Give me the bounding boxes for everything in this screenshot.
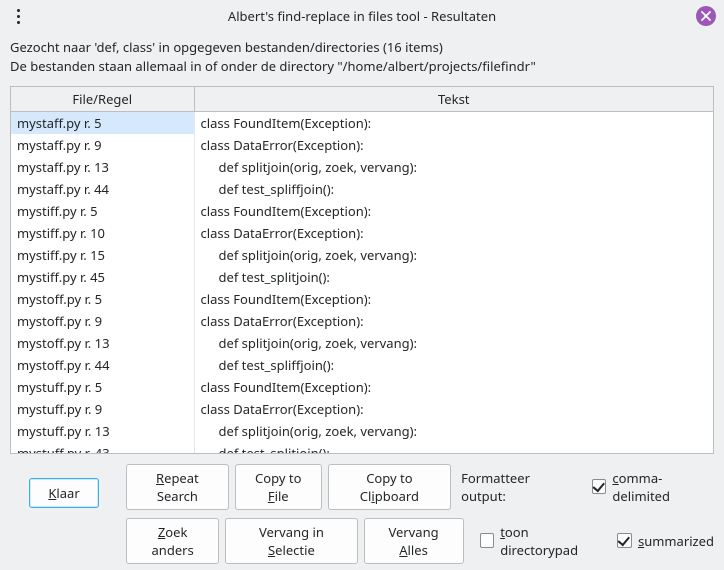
cell-text: def test_spliffjoin(): bbox=[194, 354, 713, 376]
copy-to-file-button[interactable]: Copy to File bbox=[235, 464, 322, 510]
cell-file: mystaff.py r. 9 bbox=[11, 134, 194, 156]
cell-file: mystiff.py r. 45 bbox=[11, 266, 194, 288]
cell-text: def test_spliffjoin(): bbox=[194, 178, 713, 200]
summary-line-1: Gezocht naar 'def, class' in opgegeven b… bbox=[10, 38, 714, 57]
comma-delimited-checkbox[interactable]: comma-delimited bbox=[592, 469, 714, 505]
table-row[interactable]: mystiff.py r. 15def splitjoin(orig, zoek… bbox=[11, 244, 713, 266]
column-header-text[interactable]: Tekst bbox=[194, 87, 713, 112]
table-row[interactable]: mystiff.py r. 10class DataError(Exceptio… bbox=[11, 222, 713, 244]
cell-text: def test_splitjoin(): bbox=[194, 266, 713, 288]
cell-text: class FoundItem(Exception): bbox=[194, 288, 713, 310]
cell-text: class DataError(Exception): bbox=[194, 222, 713, 244]
summarized-label: summarized bbox=[638, 532, 714, 550]
cell-file: mystiff.py r. 10 bbox=[11, 222, 194, 244]
table-row[interactable]: mystuff.py r. 9class DataError(Exception… bbox=[11, 398, 713, 420]
results-table-container: File/Regel Tekst mystaff.py r. 5class Fo… bbox=[10, 86, 714, 454]
results-table: File/Regel Tekst mystaff.py r. 5class Fo… bbox=[11, 87, 713, 454]
klaar-button[interactable]: Klaar bbox=[29, 478, 98, 508]
close-icon bbox=[701, 11, 711, 21]
vervang-in-selectie-button[interactable]: Vervang in Selectie bbox=[225, 518, 357, 564]
comma-delimited-label: comma-delimited bbox=[612, 469, 714, 505]
close-button[interactable] bbox=[696, 6, 716, 26]
cell-file: mystoff.py r. 9 bbox=[11, 310, 194, 332]
cell-file: mystuff.py r. 9 bbox=[11, 398, 194, 420]
copy-to-clipboard-button[interactable]: Copy to Clipboard bbox=[328, 464, 451, 510]
cell-text: def splitjoin(orig, zoek, vervang): bbox=[194, 332, 713, 354]
table-row[interactable]: mystoff.py r. 9class DataError(Exception… bbox=[11, 310, 713, 332]
checkbox-icon bbox=[480, 533, 495, 548]
cell-file: mystuff.py r. 13 bbox=[11, 420, 194, 442]
titlebar: Albert's find-replace in files tool - Re… bbox=[0, 0, 724, 32]
cell-text: class DataError(Exception): bbox=[194, 310, 713, 332]
window-title: Albert's find-replace in files tool - Re… bbox=[28, 7, 696, 25]
toon-directorypad-checkbox[interactable]: toon directorypad bbox=[480, 523, 607, 559]
button-bar: Klaar Repeat Search Copy to File Copy to… bbox=[0, 454, 724, 570]
table-row[interactable]: mystuff.py r. 43def test_splitjoin(): bbox=[11, 442, 713, 454]
cell-file: mystaff.py r. 13 bbox=[11, 156, 194, 178]
cell-file: mystiff.py r. 5 bbox=[11, 200, 194, 222]
format-output-label: Formatteer output: bbox=[461, 469, 572, 505]
summarized-checkbox[interactable]: summarized bbox=[617, 532, 714, 550]
table-row[interactable]: mystiff.py r. 5class FoundItem(Exception… bbox=[11, 200, 713, 222]
cell-text: def splitjoin(orig, zoek, vervang): bbox=[194, 420, 713, 442]
cell-text: class FoundItem(Exception): bbox=[194, 200, 713, 222]
cell-text: class DataError(Exception): bbox=[194, 398, 713, 420]
table-row[interactable]: mystoff.py r. 5class FoundItem(Exception… bbox=[11, 288, 713, 310]
cell-file: mystoff.py r. 44 bbox=[11, 354, 194, 376]
table-row[interactable]: mystuff.py r. 5class FoundItem(Exception… bbox=[11, 376, 713, 398]
cell-file: mystiff.py r. 15 bbox=[11, 244, 194, 266]
zoek-anders-button[interactable]: Zoek anders bbox=[126, 518, 219, 564]
checkbox-icon bbox=[617, 533, 632, 548]
toon-directorypad-label: toon directorypad bbox=[500, 523, 607, 559]
table-row[interactable]: mystaff.py r. 9class DataError(Exception… bbox=[11, 134, 713, 156]
cell-file: mystaff.py r. 5 bbox=[11, 111, 194, 134]
summary-line-2: De bestanden staan allemaal in of onder … bbox=[10, 57, 714, 76]
cell-text: def test_splitjoin(): bbox=[194, 442, 713, 454]
search-summary: Gezocht naar 'def, class' in opgegeven b… bbox=[0, 32, 724, 80]
cell-file: mystuff.py r. 5 bbox=[11, 376, 194, 398]
cell-file: mystoff.py r. 5 bbox=[11, 288, 194, 310]
column-header-file[interactable]: File/Regel bbox=[11, 87, 194, 112]
table-row[interactable]: mystuff.py r. 13def splitjoin(orig, zoek… bbox=[11, 420, 713, 442]
repeat-search-button[interactable]: Repeat Search bbox=[126, 464, 229, 510]
window-menu-icon[interactable] bbox=[8, 9, 28, 24]
cell-text: def splitjoin(orig, zoek, vervang): bbox=[194, 244, 713, 266]
vervang-alles-button[interactable]: Vervang Alles bbox=[364, 518, 464, 564]
table-row[interactable]: mystaff.py r. 44def test_spliffjoin(): bbox=[11, 178, 713, 200]
table-row[interactable]: mystiff.py r. 45def test_splitjoin(): bbox=[11, 266, 713, 288]
cell-text: class FoundItem(Exception): bbox=[194, 376, 713, 398]
cell-text: class DataError(Exception): bbox=[194, 134, 713, 156]
checkbox-icon bbox=[592, 479, 606, 494]
table-row[interactable]: mystoff.py r. 44def test_spliffjoin(): bbox=[11, 354, 713, 376]
table-row[interactable]: mystaff.py r. 13def splitjoin(orig, zoek… bbox=[11, 156, 713, 178]
table-row[interactable]: mystaff.py r. 5class FoundItem(Exception… bbox=[11, 111, 713, 134]
cell-file: mystuff.py r. 43 bbox=[11, 442, 194, 454]
cell-file: mystaff.py r. 44 bbox=[11, 178, 194, 200]
cell-text: def splitjoin(orig, zoek, vervang): bbox=[194, 156, 713, 178]
table-row[interactable]: mystoff.py r. 13def splitjoin(orig, zoek… bbox=[11, 332, 713, 354]
cell-file: mystoff.py r. 13 bbox=[11, 332, 194, 354]
cell-text: class FoundItem(Exception): bbox=[194, 111, 713, 134]
